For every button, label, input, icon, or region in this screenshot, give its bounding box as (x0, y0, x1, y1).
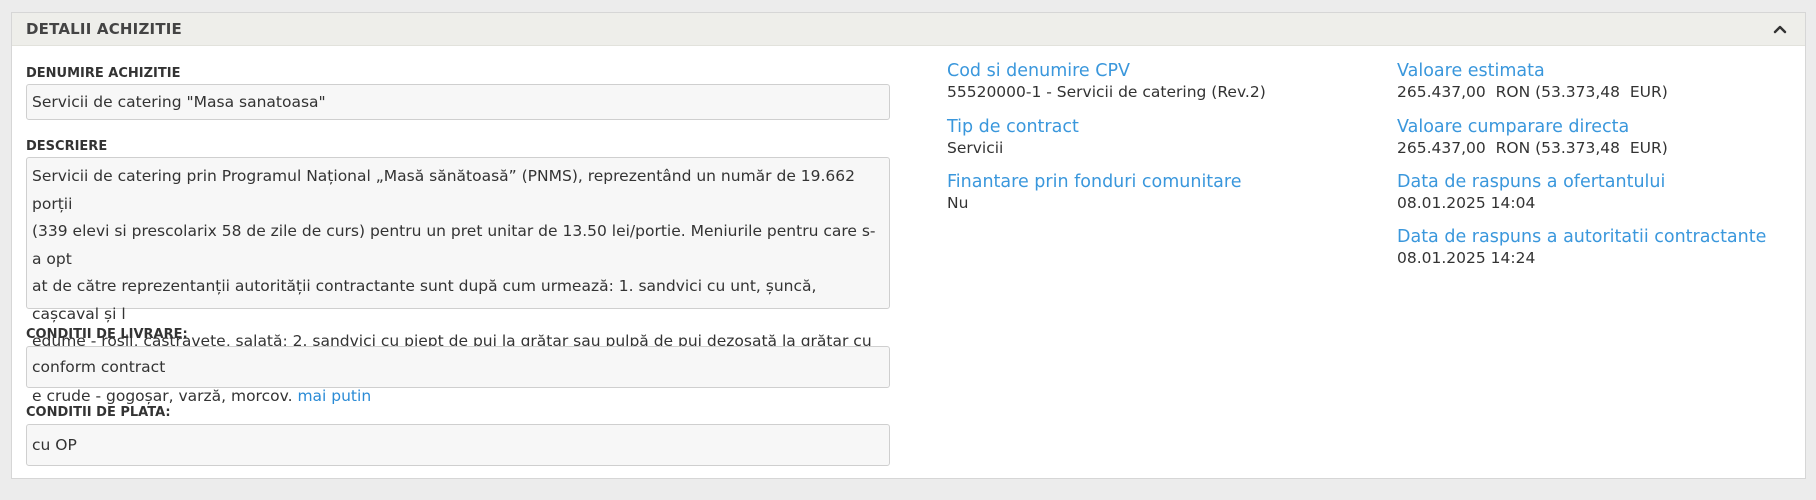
chevron-up-icon (1773, 25, 1787, 34)
descriere-label: DESCRIERE (26, 139, 108, 154)
collapse-button[interactable] (1769, 18, 1791, 40)
panel-title: DETALII ACHIZITIE (26, 20, 182, 38)
plata-label: CONDITII DE PLATA: (26, 405, 171, 420)
livrare-field: conform contract (26, 346, 890, 388)
denumire-label: DENUMIRE ACHIZITIE (26, 66, 181, 81)
finantare-item: Finantare prin fonduri comunitare Nu (947, 171, 1241, 213)
tip-contract-value: Servicii (947, 139, 1004, 157)
descriere-line: at de către reprezentanții autorității c… (32, 277, 817, 323)
plata-value: cu OP (32, 436, 77, 454)
tip-contract-item: Tip de contract Servicii (947, 116, 1079, 158)
valoare-directa-value: 265.437,00 RON (53.373,48 EUR) (1397, 139, 1668, 157)
raspuns-ofertant-value: 08.01.2025 14:04 (1397, 194, 1536, 212)
livrare-value: conform contract (32, 358, 166, 376)
purchase-details-panel: DETALII ACHIZITIE DENUMIRE ACHIZITIE Ser… (11, 12, 1806, 479)
finantare-value: Nu (947, 194, 969, 212)
panel-header[interactable]: DETALII ACHIZITIE (12, 13, 1805, 46)
show-less-link[interactable]: mai putin (297, 387, 371, 405)
valoare-directa-label[interactable]: Valoare cumparare directa (1397, 116, 1668, 138)
descriere-line: Servicii de catering prin Programul Nați… (32, 167, 856, 213)
denumire-value: Servicii de catering "Masa sanatoasa" (32, 93, 326, 111)
cpv-item: Cod si denumire CPV 55520000-1 - Servici… (947, 60, 1266, 102)
raspuns-ofertant-label[interactable]: Data de raspuns a ofertantului (1397, 171, 1665, 193)
raspuns-ofertant-item: Data de raspuns a ofertantului 08.01.202… (1397, 171, 1665, 213)
finantare-label[interactable]: Finantare prin fonduri comunitare (947, 171, 1241, 193)
descriere-line-last: e crude - gogoșar, varză, morcov. (32, 387, 298, 405)
valoare-directa-item: Valoare cumparare directa 265.437,00 RON… (1397, 116, 1668, 158)
raspuns-autoritate-item: Data de raspuns a autoritatii contractan… (1397, 226, 1766, 268)
raspuns-autoritate-value: 08.01.2025 14:24 (1397, 249, 1536, 267)
valoare-estimata-value: 265.437,00 RON (53.373,48 EUR) (1397, 83, 1668, 101)
denumire-field: Servicii de catering "Masa sanatoasa" (26, 84, 890, 120)
valoare-estimata-item: Valoare estimata 265.437,00 RON (53.373,… (1397, 60, 1668, 102)
plata-field: cu OP (26, 424, 890, 466)
livrare-label: CONDITII DE LIVRARE: (26, 327, 188, 342)
descriere-line: (339 elevi si prescolarix 58 de zile de … (32, 222, 876, 268)
valoare-estimata-label[interactable]: Valoare estimata (1397, 60, 1668, 82)
cpv-label[interactable]: Cod si denumire CPV (947, 60, 1266, 82)
tip-contract-label[interactable]: Tip de contract (947, 116, 1079, 138)
cpv-value: 55520000-1 - Servicii de catering (Rev.2… (947, 83, 1266, 101)
descriere-field: Servicii de catering prin Programul Nați… (26, 157, 890, 405)
raspuns-autoritate-label[interactable]: Data de raspuns a autoritatii contractan… (1397, 226, 1766, 248)
